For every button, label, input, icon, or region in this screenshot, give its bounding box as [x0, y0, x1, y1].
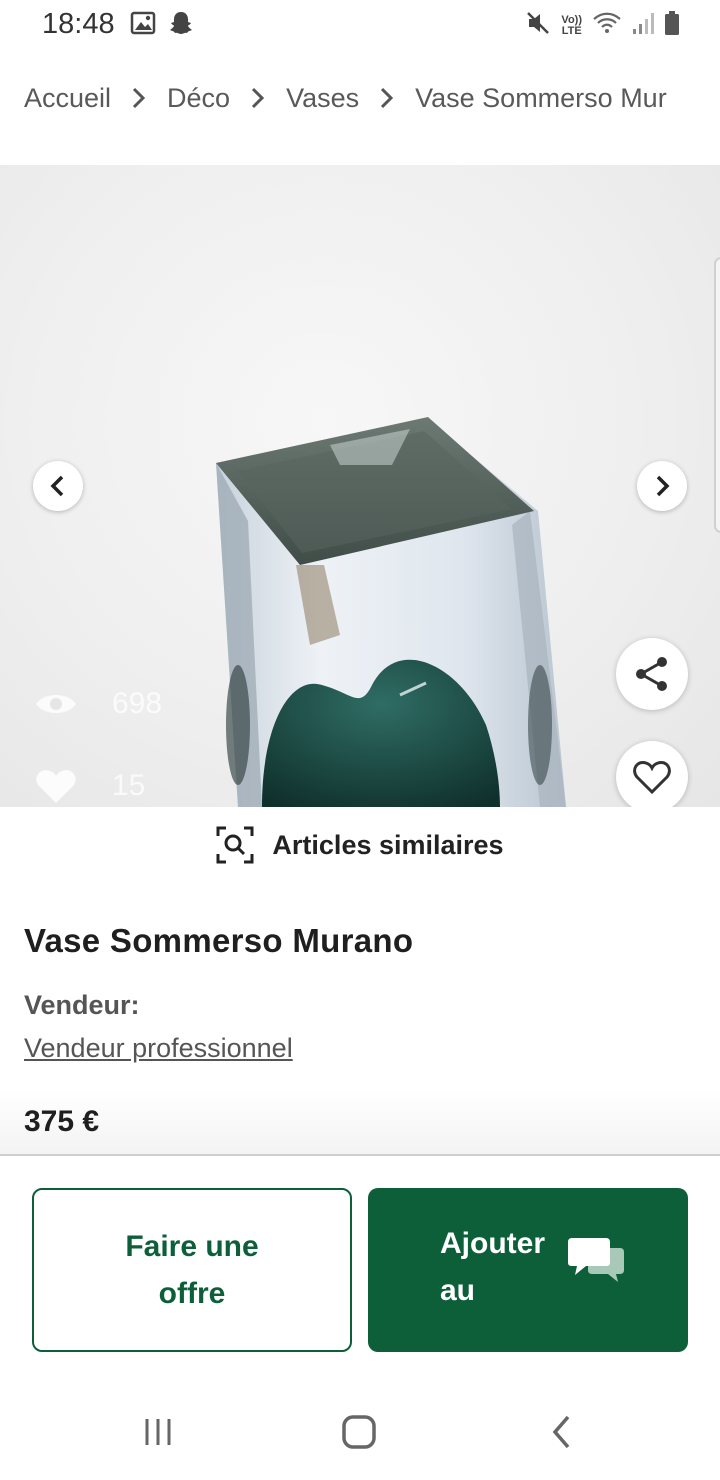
eye-icon	[36, 695, 76, 713]
next-image-button[interactable]	[637, 461, 687, 511]
gallery-icon	[130, 10, 156, 41]
chevron-right-icon	[379, 86, 395, 110]
recents-button[interactable]	[128, 1410, 188, 1454]
breadcrumb-item-deco[interactable]: Déco	[167, 83, 230, 114]
previous-image-button[interactable]	[33, 461, 83, 511]
seller-label: Vendeur:	[24, 990, 140, 1020]
home-icon	[342, 1415, 376, 1449]
likes-value: 15	[112, 769, 146, 802]
share-icon	[636, 657, 667, 691]
back-icon	[552, 1415, 570, 1449]
chevron-right-icon	[131, 86, 147, 110]
signal-icon	[632, 11, 654, 40]
next-thumbnail-edge	[714, 257, 720, 533]
make-offer-label: Faire une offre	[125, 1230, 259, 1310]
chevron-left-icon	[50, 475, 64, 497]
recents-icon	[145, 1419, 171, 1445]
breadcrumb-item-home[interactable]: Accueil	[24, 83, 111, 114]
breadcrumb-item-current: Vase Sommerso Mur	[415, 82, 667, 113]
chat-icon[interactable]	[566, 1234, 626, 1288]
visual-search-icon	[216, 826, 254, 864]
product-gallery[interactable]: 698 15	[0, 165, 720, 807]
product-price: 375 €	[24, 1105, 100, 1138]
views-value: 698	[112, 687, 163, 720]
similar-articles-button[interactable]: Articles similaires	[0, 820, 720, 870]
battery-icon	[664, 10, 680, 41]
wifi-icon	[592, 11, 622, 40]
views-count: 698	[34, 687, 162, 721]
divider	[0, 1154, 720, 1156]
seller-link[interactable]: Vendeur professionnel	[24, 1033, 293, 1064]
breadcrumb-item-vases[interactable]: Vases	[286, 83, 359, 114]
system-nav-bar	[0, 1380, 720, 1480]
price-fade	[0, 1090, 720, 1154]
chevron-right-icon	[250, 86, 266, 110]
heart-filled-icon	[36, 770, 76, 803]
status-time: 18:48	[42, 8, 115, 40]
add-to-cart-button[interactable]: Ajouter au panier	[368, 1188, 688, 1352]
heart-outline-icon	[633, 760, 671, 795]
share-button[interactable]	[616, 638, 688, 710]
chevron-right-icon	[656, 475, 670, 497]
back-button[interactable]	[532, 1410, 592, 1454]
favorite-button[interactable]	[616, 741, 688, 807]
volte-icon: Vo)) LTE	[561, 13, 582, 37]
snapchat-icon	[168, 10, 194, 41]
status-bar: 18:48 Vo)) LTE	[0, 0, 720, 50]
likes-count: 15	[34, 767, 145, 805]
mute-icon	[525, 10, 551, 41]
similar-articles-label: Articles similaires	[272, 829, 504, 860]
add-to-cart-label: Ajouter au panier	[440, 1227, 545, 1307]
breadcrumb: Accueil Déco Vases Vase Sommerso Mur	[24, 80, 720, 116]
make-offer-button[interactable]: Faire une offre	[32, 1188, 352, 1352]
home-button[interactable]	[329, 1410, 389, 1454]
product-title: Vase Sommerso Murano	[24, 922, 414, 959]
